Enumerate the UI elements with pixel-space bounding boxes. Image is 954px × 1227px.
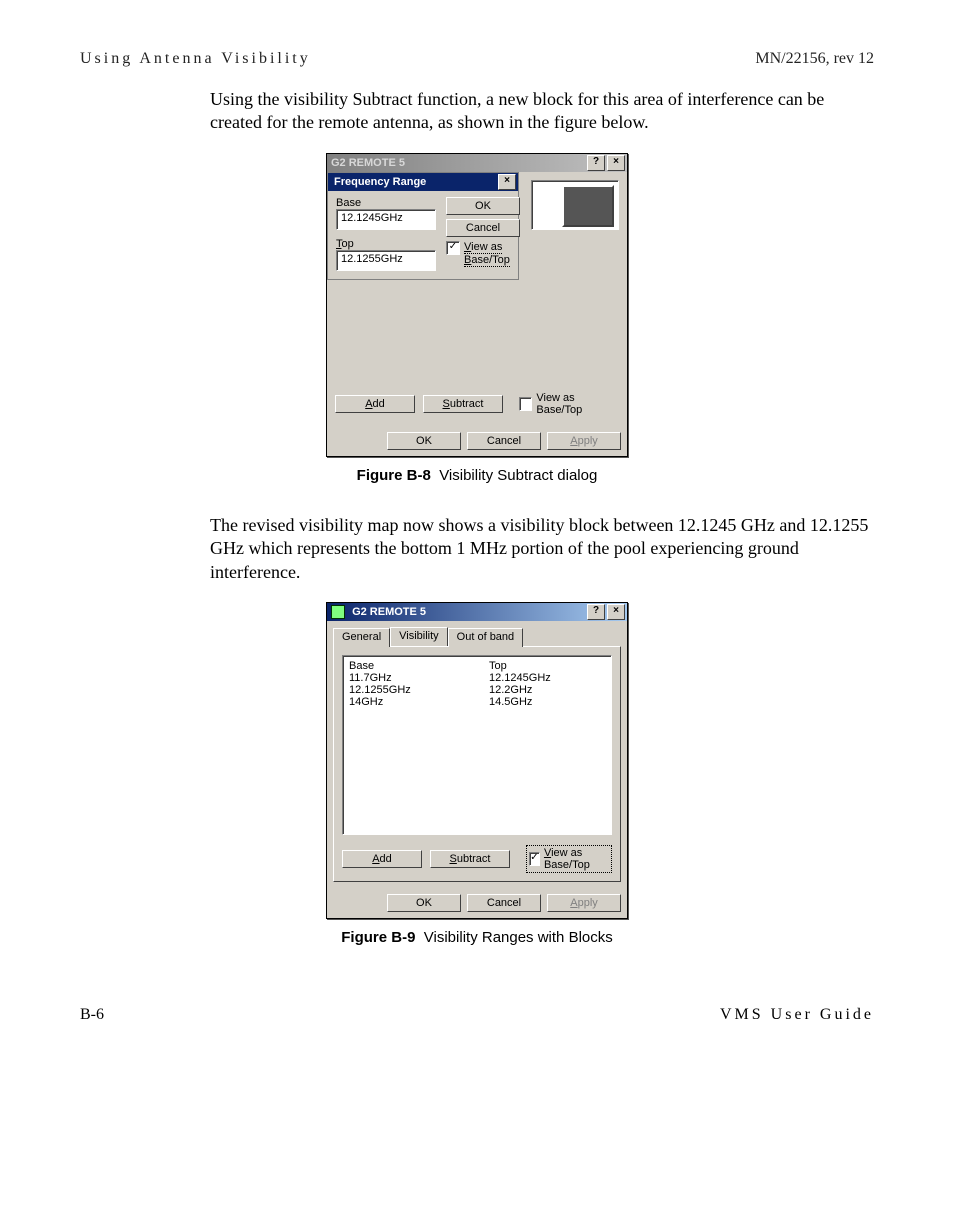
window-title-b8: G2 REMOTE 5 [331,157,405,169]
window-title-b9: G2 REMOTE 5 [352,606,426,618]
cancel-button[interactable]: Cancel [467,432,541,450]
page-header: Using Antenna Visibility MN/22156, rev 1… [80,50,874,68]
footer-left: B-6 [80,1006,104,1024]
help-icon[interactable]: ? [587,604,605,620]
table-row[interactable]: 14GHz 14.5GHz [349,696,605,708]
table-row[interactable]: 12.1255GHz 12.2GHz [349,684,605,696]
cancel-button[interactable]: Cancel [446,219,520,237]
ok-button[interactable]: OK [387,894,461,912]
paragraph-1: Using the visibility Subtract function, … [210,88,874,135]
subtract-button[interactable]: Subtract [430,850,510,868]
header-right: MN/22156, rev 12 [755,50,874,68]
add-button[interactable]: Add [335,395,415,413]
table-row[interactable]: 11.7GHz 12.1245GHz [349,672,605,684]
titlebar-b8[interactable]: G2 REMOTE 5 ? × [327,154,627,172]
ok-button[interactable]: OK [387,432,461,450]
help-icon[interactable]: ? [587,155,605,171]
close-icon[interactable]: × [498,174,516,190]
col-header-top: Top [489,660,507,672]
apply-button[interactable]: Apply [547,432,621,450]
top-input[interactable]: 12.1255GHz [336,250,436,271]
view-as-basetop-checkbox[interactable]: ✓ View as Base/Top [526,845,612,873]
frequency-range-dialog: Frequency Range × Base 12.1245GHz Top 12… [327,172,519,280]
view-as-basetop-checkbox[interactable]: View as Base/Top [519,392,619,416]
figure-b8-wrap: G2 REMOTE 5 ? × Frequency Range × Base [80,153,874,457]
figure-b9-caption: Figure B-9 Visibility Ranges with Blocks [80,929,874,946]
app-icon [331,605,345,619]
base-input[interactable]: 12.1245GHz [336,209,436,230]
tab-general[interactable]: General [333,628,390,647]
checkbox-checked-icon: ✓ [529,852,540,866]
top-label: Top [336,238,436,250]
subtract-button[interactable]: Subtract [423,395,503,413]
visibility-listbox[interactable]: Base Top 11.7GHz 12.1245GHz 12.1255GHz 1… [342,655,612,835]
thumbnail-icon [562,185,614,227]
page-footer: B-6 VMS User Guide [80,1006,874,1024]
figure-b9-wrap: G2 REMOTE 5 ? × General Visibility Out o… [80,602,874,919]
tabstrip: General Visibility Out of band [327,621,627,646]
footer-right: VMS User Guide [720,1006,874,1024]
figure-b8-caption: Figure B-8 Visibility Subtract dialog [80,467,874,484]
freq-range-title: Frequency Range [334,176,426,188]
close-icon[interactable]: × [607,155,625,171]
col-header-base: Base [349,660,449,672]
g2-remote-window-b9: G2 REMOTE 5 ? × General Visibility Out o… [326,602,628,919]
tab-out-of-band[interactable]: Out of band [448,628,524,647]
apply-button[interactable]: Apply [547,894,621,912]
checkbox-empty-icon [519,397,532,411]
checkbox-checked-icon: ✓ [446,241,460,255]
header-left: Using Antenna Visibility [80,50,311,68]
g2-remote-window-b8: G2 REMOTE 5 ? × Frequency Range × Base [326,153,628,457]
tab-visibility[interactable]: Visibility [390,627,448,646]
freq-range-titlebar[interactable]: Frequency Range × [328,173,518,191]
visibility-tabpanel: Base Top 11.7GHz 12.1245GHz 12.1255GHz 1… [333,646,621,882]
partial-listbox [531,180,619,230]
view-as-basetop-checkbox[interactable]: ✓ View as Base/Top [446,241,510,267]
base-label: Base [336,197,436,209]
add-button[interactable]: Add [342,850,422,868]
ok-button[interactable]: OK [446,197,520,215]
cancel-button[interactable]: Cancel [467,894,541,912]
paragraph-2: The revised visibility map now shows a v… [210,514,874,584]
close-icon[interactable]: × [607,604,625,620]
titlebar-b9[interactable]: G2 REMOTE 5 ? × [327,603,627,621]
